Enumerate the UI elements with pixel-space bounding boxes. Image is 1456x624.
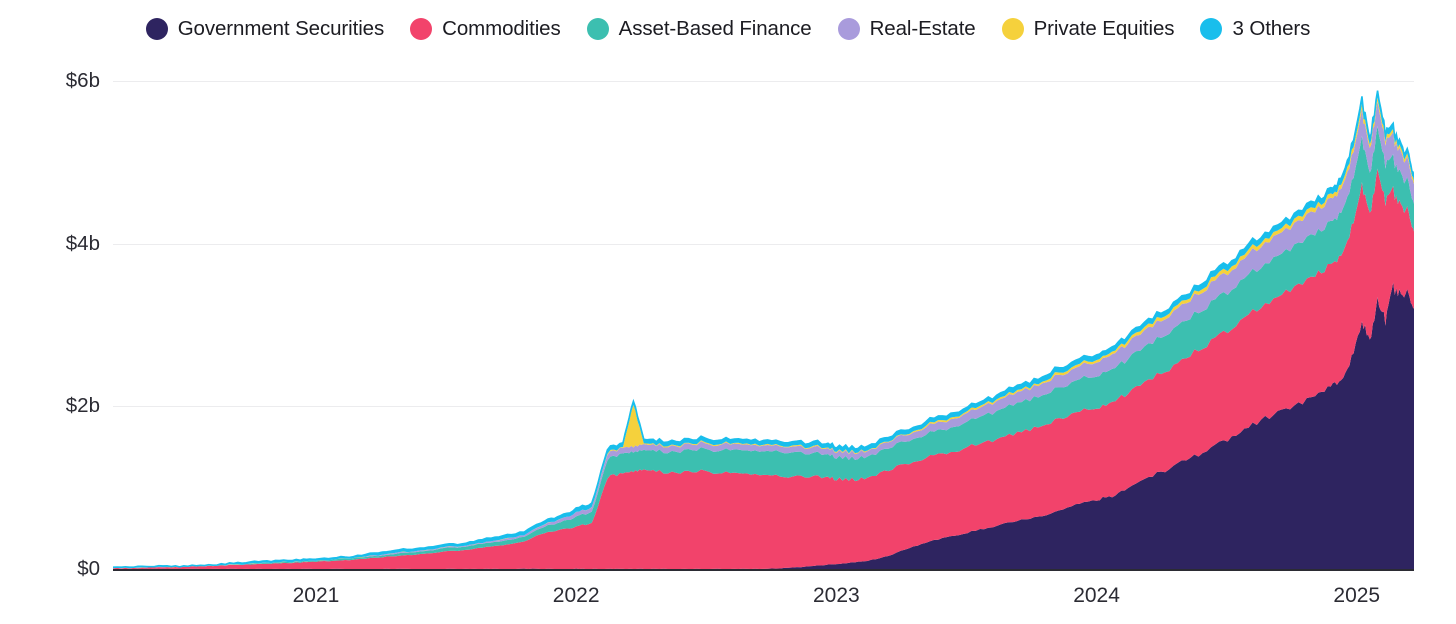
x-axis-labels: 2021 2022 2023 2024 2025	[0, 585, 1456, 624]
legend-item-label: Private Equities	[1033, 16, 1175, 40]
x-axis-tick-label: 2023	[812, 584, 860, 607]
chart-legend: Government Securities Commodities Asset-Ba…	[0, 0, 1456, 58]
chart-area: $0 $2b $4b $6b 2021 2022 2023 2024 2025	[0, 58, 1456, 624]
legend-dot-icon	[145, 18, 168, 40]
legend-dot-icon	[1001, 18, 1024, 40]
legend-dot-icon	[1200, 18, 1223, 40]
y-axis-tick-label: $2b	[65, 394, 100, 418]
x-axis-tick-label: 2025	[1333, 584, 1381, 607]
y-axis-tick-label: $0	[77, 556, 100, 580]
legend-item-real-estate[interactable]: Real-Estate	[837, 16, 976, 40]
legend-dot-icon	[586, 18, 609, 40]
legend-item-government-securities[interactable]: Government Securities	[145, 16, 385, 40]
x-axis-tick-label: 2024	[1073, 584, 1120, 607]
legend-item-commodities[interactable]: Commodities	[410, 18, 561, 40]
legend-item-label: Asset-Based Finance	[618, 16, 812, 40]
legend-item-3-others[interactable]: 3 Others	[1200, 18, 1310, 40]
legend-dot-icon	[837, 18, 860, 40]
legend-dot-icon	[410, 18, 433, 40]
legend-item-asset-based-finance[interactable]: Asset-Based Finance	[586, 16, 812, 40]
legend-item-label: Government Securities	[177, 16, 385, 40]
legend-item-label: Real-Estate	[869, 16, 976, 40]
plot-canvas	[113, 81, 1414, 569]
y-axis-labels: $0 $2b $4b $6b	[0, 58, 100, 624]
legend-item-private-equities[interactable]: Private Equities	[1001, 16, 1175, 40]
legend-item-label: Commodities	[442, 16, 561, 40]
stacked-area-svg	[113, 81, 1414, 569]
legend-item-label: 3 Others	[1232, 16, 1311, 40]
x-axis-line	[113, 569, 1414, 571]
stacked-area-chart-page: Government Securities Commodities Asset-Ba…	[0, 0, 1456, 624]
x-axis-tick-label: 2022	[552, 584, 600, 607]
x-axis-tick-label: 2021	[292, 584, 340, 607]
y-axis-tick-label: $6b	[65, 68, 100, 92]
y-axis-tick-label: $4b	[65, 231, 100, 255]
